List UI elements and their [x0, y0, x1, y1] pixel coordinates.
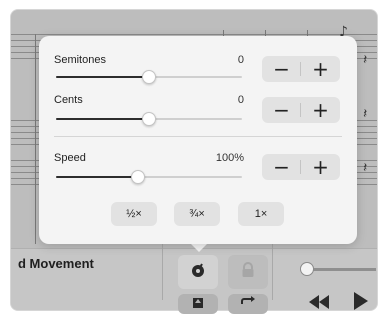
semitones-increment-button[interactable]: +: [301, 56, 340, 82]
semitones-label: Semitones: [54, 54, 106, 66]
rewind-icon: [308, 295, 330, 313]
export-button[interactable]: [178, 294, 218, 314]
lock-button[interactable]: [228, 255, 268, 289]
cents-label: Cents: [54, 94, 83, 106]
speed-increment-button[interactable]: +: [301, 154, 340, 180]
toolbar-divider: [272, 238, 273, 300]
score-rest-glyph: 𝄽: [363, 106, 368, 122]
speed-half-button[interactable]: ½×: [111, 202, 157, 226]
cents-value: 0: [237, 94, 244, 106]
metronome-button[interactable]: [178, 255, 218, 289]
speed-stepper: − +: [262, 154, 340, 180]
pitch-speed-popover: Semitones 0 − + Cents 0 − + Speed 100% −…: [39, 36, 357, 244]
export-icon: [191, 295, 205, 313]
lock-icon: [241, 261, 255, 283]
speed-value: 100%: [215, 152, 244, 164]
popover-arrow: [190, 243, 208, 252]
rewind-button[interactable]: [308, 295, 330, 314]
track-title: d Movement: [18, 256, 94, 271]
cents-slider-fill: [56, 118, 149, 120]
semitones-slider-knob[interactable]: [142, 70, 156, 84]
speed-normal-button[interactable]: 1×: [238, 202, 284, 226]
cents-slider-knob[interactable]: [142, 112, 156, 126]
speed-slider-fill: [56, 176, 138, 178]
metronome-icon: [189, 261, 207, 284]
semitones-decrement-button[interactable]: −: [262, 56, 301, 82]
speed-label: Speed: [54, 152, 86, 164]
score-rest-glyph: 𝄽: [363, 52, 368, 68]
semitones-value: 0: [237, 54, 244, 66]
semitones-stepper: − +: [262, 56, 340, 82]
cents-stepper: − +: [262, 97, 340, 123]
speed-slider[interactable]: [56, 176, 242, 178]
speed-slider-knob[interactable]: [130, 170, 145, 184]
speed-decrement-button[interactable]: −: [262, 154, 301, 180]
semitones-slider-fill: [56, 76, 149, 78]
toolbar-divider: [162, 238, 163, 300]
speed-three-quarter-button[interactable]: ¾×: [174, 202, 220, 226]
play-button[interactable]: [354, 292, 368, 315]
cents-decrement-button[interactable]: −: [262, 97, 301, 123]
loop-button[interactable]: [228, 294, 268, 314]
loop-icon: [240, 295, 256, 313]
play-icon: [354, 292, 368, 314]
position-slider-track[interactable]: [306, 268, 376, 271]
section-divider: [54, 136, 342, 137]
position-slider-knob[interactable]: [300, 262, 314, 276]
cents-increment-button[interactable]: +: [301, 97, 340, 123]
score-rest-glyph: 𝄽: [363, 160, 368, 176]
